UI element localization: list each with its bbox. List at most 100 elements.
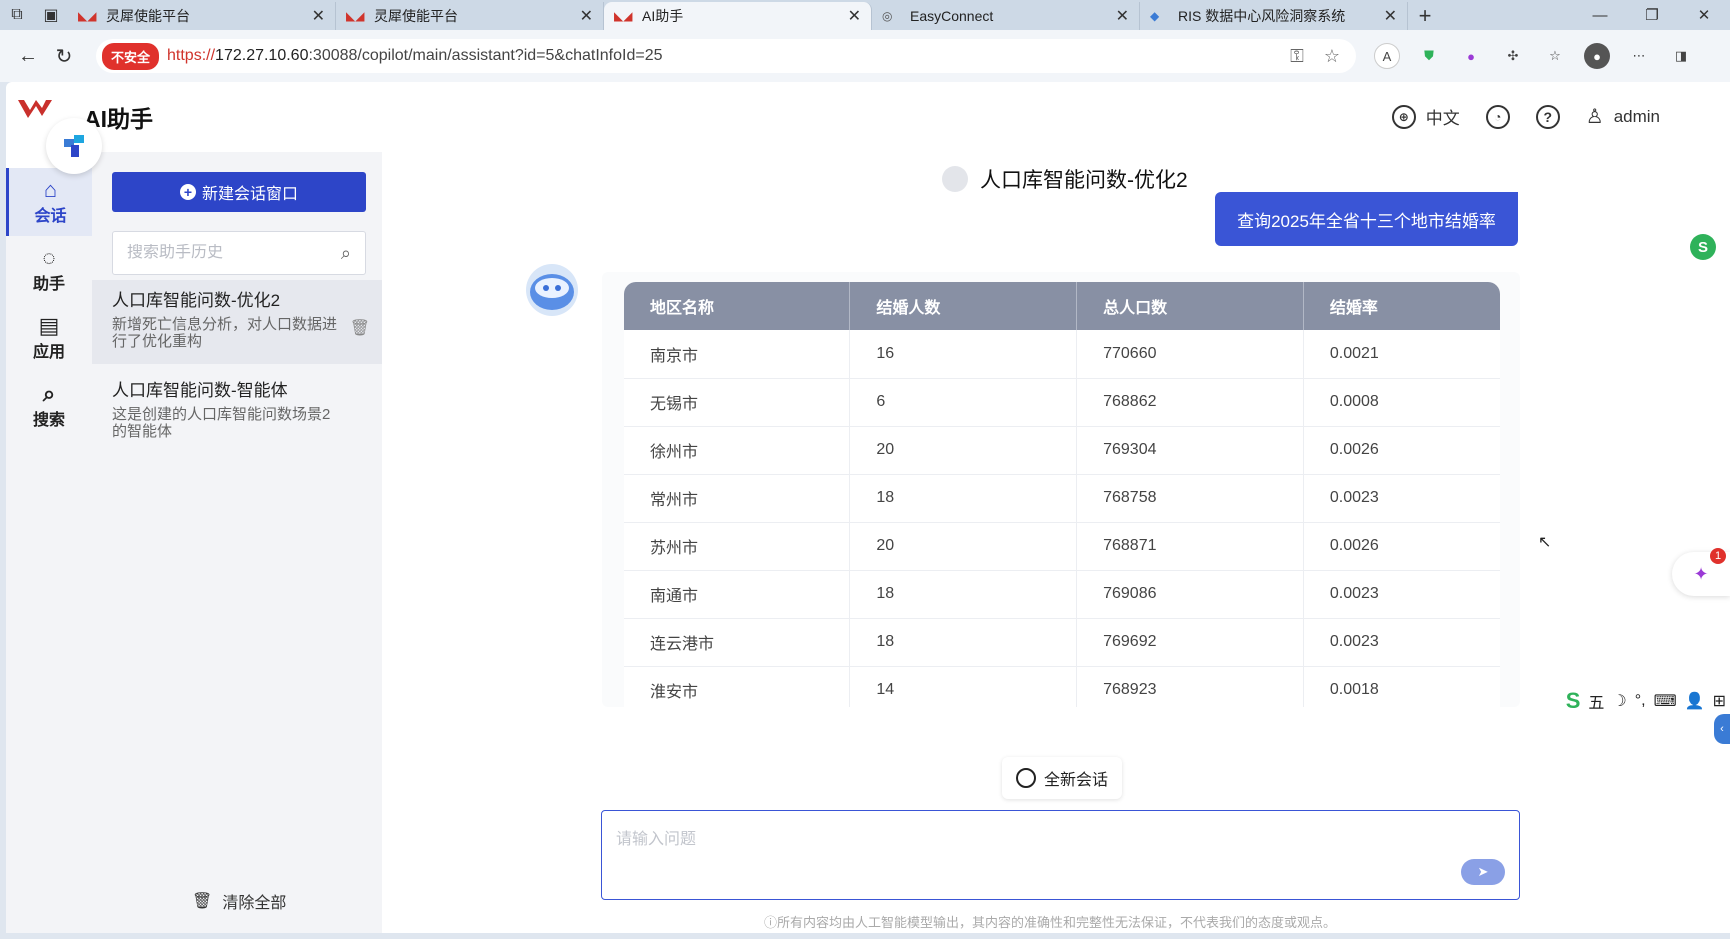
column-header: 总人口数	[1076, 282, 1304, 330]
notification-badge: 1	[1710, 548, 1726, 564]
minimize-icon[interactable]: —	[1574, 0, 1626, 30]
table-cell: 768923	[1076, 666, 1304, 707]
address-bar: ← ↻ 不安全 https://172.27.10.60:30088/copil…	[0, 30, 1730, 82]
table-row: 常州市 18 768758 0.0023	[624, 474, 1500, 523]
browser-tab-active[interactable]: ◣◢ AI助手 ✕	[604, 2, 872, 30]
clear-all-button[interactable]: 🗑 清除全部	[192, 889, 286, 913]
table-row: 淮安市 14 768923 0.0018	[624, 666, 1500, 707]
edge-expand-tab-icon[interactable]: ‹	[1714, 714, 1730, 744]
new-session-label: 全新会话	[1043, 772, 1108, 789]
history-title: 人口库智能问数-智能体	[112, 381, 288, 400]
table-cell: 无锡市	[624, 378, 851, 427]
home-icon: ⌂	[43, 177, 58, 202]
message-input-box[interactable]: ➤	[601, 810, 1520, 900]
favorites-icon[interactable]: ☆	[1542, 43, 1568, 69]
lingxi-favicon-icon: ◣◢	[614, 9, 633, 23]
refresh-icon[interactable]: ↻	[46, 38, 82, 74]
globe-favicon-icon: ◎	[882, 9, 893, 23]
restore-icon[interactable]: ❐	[1626, 0, 1678, 30]
close-tab-icon[interactable]: ✕	[848, 6, 861, 26]
message-input[interactable]	[602, 811, 1519, 899]
more-menu-icon[interactable]: ⋯	[1626, 43, 1652, 69]
language-switch[interactable]: ⊕ 中文	[1391, 104, 1460, 129]
table-row: 南京市 16 770660 0.0021	[624, 330, 1500, 379]
rail-item-search[interactable]: ⌕ 搜索	[6, 372, 92, 440]
grid-menu-icon[interactable]: ⊞	[1713, 691, 1726, 711]
history-search[interactable]: ⌕	[112, 231, 366, 275]
user-avatar-icon[interactable]: ●	[1584, 43, 1610, 69]
tab-actions-icon[interactable]: ▣	[34, 0, 68, 30]
punctuation-icon[interactable]: °,	[1635, 692, 1646, 710]
new-tab-button[interactable]: +	[1408, 2, 1442, 30]
rail-item-label: 助手	[32, 276, 65, 293]
profile-a-icon[interactable]: A	[1374, 43, 1400, 69]
close-tab-icon[interactable]: ✕	[1116, 6, 1129, 26]
table-row: 徐州市 20 769304 0.0026	[624, 426, 1500, 475]
plus-circle-icon: +	[179, 184, 196, 200]
insecure-badge[interactable]: 不安全	[102, 42, 160, 70]
chat-icon: ◌	[42, 245, 56, 270]
browser-tab[interactable]: ◣◢ 灵犀使能平台 ✕	[336, 2, 604, 30]
browser-tab[interactable]: ◎ EasyConnect ✕	[872, 2, 1140, 30]
sidebar-toggle-icon[interactable]: ◨	[1668, 43, 1694, 69]
user-ime-icon[interactable]: 👤	[1685, 691, 1705, 711]
user-icon: ♙	[1585, 106, 1604, 128]
tab-title: RIS 数据中心风险洞察系统	[1178, 8, 1346, 24]
key-icon[interactable]: ⚿	[1290, 46, 1304, 67]
table-row: 连云港市 18 769692 0.0023	[624, 618, 1500, 667]
clear-all-label: 清除全部	[222, 895, 287, 912]
url-text[interactable]: https://172.27.10.60:30088/copilot/main/…	[167, 47, 662, 65]
history-search-input[interactable]	[127, 244, 341, 262]
ime-toolbar[interactable]: S 五 ☽ °, ⌨ 👤 ⊞	[1566, 688, 1726, 714]
history-item[interactable]: 人口库智能问数-智能体 这是创建的人口库智能问数场景2的智能体	[92, 370, 382, 454]
palette-icon[interactable]: ◔	[1485, 104, 1510, 129]
location-extension-icon[interactable]: ●	[1458, 43, 1484, 69]
url-path: :30088/copilot/main/assistant?id=5&chatI…	[308, 47, 663, 64]
table-cell: 常州市	[624, 474, 851, 523]
search-icon[interactable]: ⌕	[341, 243, 351, 264]
column-header: 地区名称	[624, 282, 851, 330]
table-cell: 16	[849, 330, 1078, 379]
send-button[interactable]: ➤	[1461, 859, 1505, 885]
lingxi-favicon-icon: ◣◢	[78, 9, 97, 23]
workspaces-icon[interactable]: ⧉	[0, 0, 34, 30]
tab-title: 灵犀使能平台	[374, 8, 458, 24]
browser-tab[interactable]: ◆ RIS 数据中心风险洞察系统 ✕	[1140, 2, 1408, 30]
sogou-ime-icon[interactable]: S	[1566, 688, 1581, 714]
rail-item-apps[interactable]: ▤ 应用	[6, 304, 92, 372]
url-host: 172.27.10.60	[215, 47, 309, 64]
trash-icon[interactable]: 🗑	[350, 318, 370, 338]
close-tab-icon[interactable]: ✕	[580, 6, 593, 26]
rail-item-assistant[interactable]: ◌ 助手	[6, 236, 92, 304]
chat-main: 人口库智能问数-优化2 查询2025年全省十三个地市结婚率 地区名称 结婚人数 …	[382, 152, 1730, 933]
favorite-star-icon[interactable]: ☆	[1324, 46, 1340, 67]
url-box[interactable]: 不安全 https://172.27.10.60:30088/copilot/m…	[96, 39, 1356, 73]
new-session-button[interactable]: 全新会话	[1002, 757, 1122, 799]
tab-title: EasyConnect	[910, 8, 994, 24]
table-cell: 768758	[1076, 474, 1304, 523]
close-window-icon[interactable]: ✕	[1678, 0, 1730, 30]
bot-response-card: 地区名称 结婚人数 总人口数 结婚率 南京市 16 770660 0.0021 …	[602, 272, 1520, 707]
bot-avatar-icon	[526, 264, 578, 316]
table-cell: 淮安市	[624, 666, 851, 707]
column-header: 结婚人数	[849, 282, 1078, 330]
tab-title: AI助手	[642, 8, 684, 24]
ime-mode[interactable]: 五	[1588, 689, 1604, 713]
new-chat-button[interactable]: + 新建会话窗口	[112, 172, 366, 212]
browser-tab[interactable]: ◣◢ 灵犀使能平台 ✕	[68, 2, 336, 30]
shield-extension-icon[interactable]: ⛊	[1416, 43, 1442, 69]
green-assistant-float-icon[interactable]: S	[1690, 234, 1716, 260]
floating-assistant-button[interactable]: ✦ 1	[1672, 548, 1730, 596]
moon-icon[interactable]: ☽	[1612, 691, 1626, 711]
back-icon[interactable]: ←	[10, 38, 46, 74]
help-icon[interactable]: ?	[1535, 104, 1560, 129]
extensions-icon[interactable]: ✣	[1500, 43, 1526, 69]
column-header: 结婚率	[1303, 282, 1500, 330]
close-tab-icon[interactable]: ✕	[1384, 6, 1397, 26]
ris-favicon-icon: ◆	[1150, 9, 1160, 23]
close-tab-icon[interactable]: ✕	[312, 6, 325, 26]
keyboard-icon[interactable]: ⌨	[1654, 691, 1677, 711]
user-menu[interactable]: ♙ admin	[1586, 104, 1660, 129]
history-item-active[interactable]: 人口库智能问数-优化2 新增死亡信息分析，对人口数据进行了优化重构 🗑	[92, 280, 382, 364]
rail-item-session[interactable]: ⌂ 会话	[6, 168, 92, 236]
